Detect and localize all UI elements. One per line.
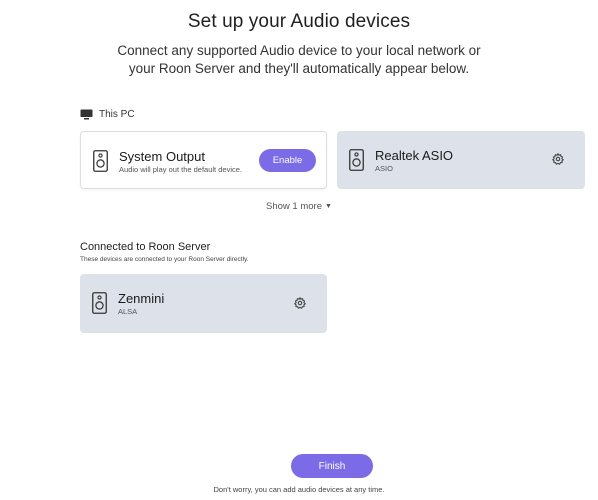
device-card-realtek-asio[interactable]: Realtek ASIO ASIO [337,131,585,189]
page-title: Set up your Audio devices [187,11,411,32]
section-this-pc-label: This PC [99,109,135,120]
enable-button[interactable]: Enable [259,149,316,172]
finish-button[interactable]: Finish [291,454,373,478]
caret-down-icon: ▼ [325,203,332,210]
device-card-zenmini[interactable]: Zenmini ALSA [80,274,327,333]
gear-icon[interactable] [294,297,306,309]
section-roon-server-label: Connected to Roon Server [80,241,211,253]
show-more-link[interactable]: Show 1 more ▼ [0,201,598,212]
subtitle-line-2: your Roon Server and they'll automatical… [128,61,470,76]
computer-icon [80,109,93,120]
device-name: Zenmini [118,291,165,306]
show-more-label: Show 1 more [266,201,323,212]
device-name: System Output [119,149,205,164]
speaker-icon [349,149,364,171]
footer-note: Don't worry, you can add audio devices a… [213,485,385,494]
device-subtitle: ASIO [375,164,393,173]
gear-icon[interactable] [552,153,564,165]
subtitle-line-1: Connect any supported Audio device to yo… [117,43,481,58]
page-subtitle: Connect any supported Audio device to yo… [0,42,598,78]
device-card-system-output[interactable]: System Output Audio will play out the de… [80,131,327,189]
section-roon-server-sublabel: These devices are connected to your Roon… [80,256,249,263]
device-subtitle: ALSA [118,307,138,316]
speaker-icon [93,150,108,172]
speaker-icon [92,292,107,314]
section-this-pc-header: This PC [80,109,135,120]
device-name: Realtek ASIO [375,148,454,163]
device-subtitle: Audio will play out the default device. [119,165,242,174]
